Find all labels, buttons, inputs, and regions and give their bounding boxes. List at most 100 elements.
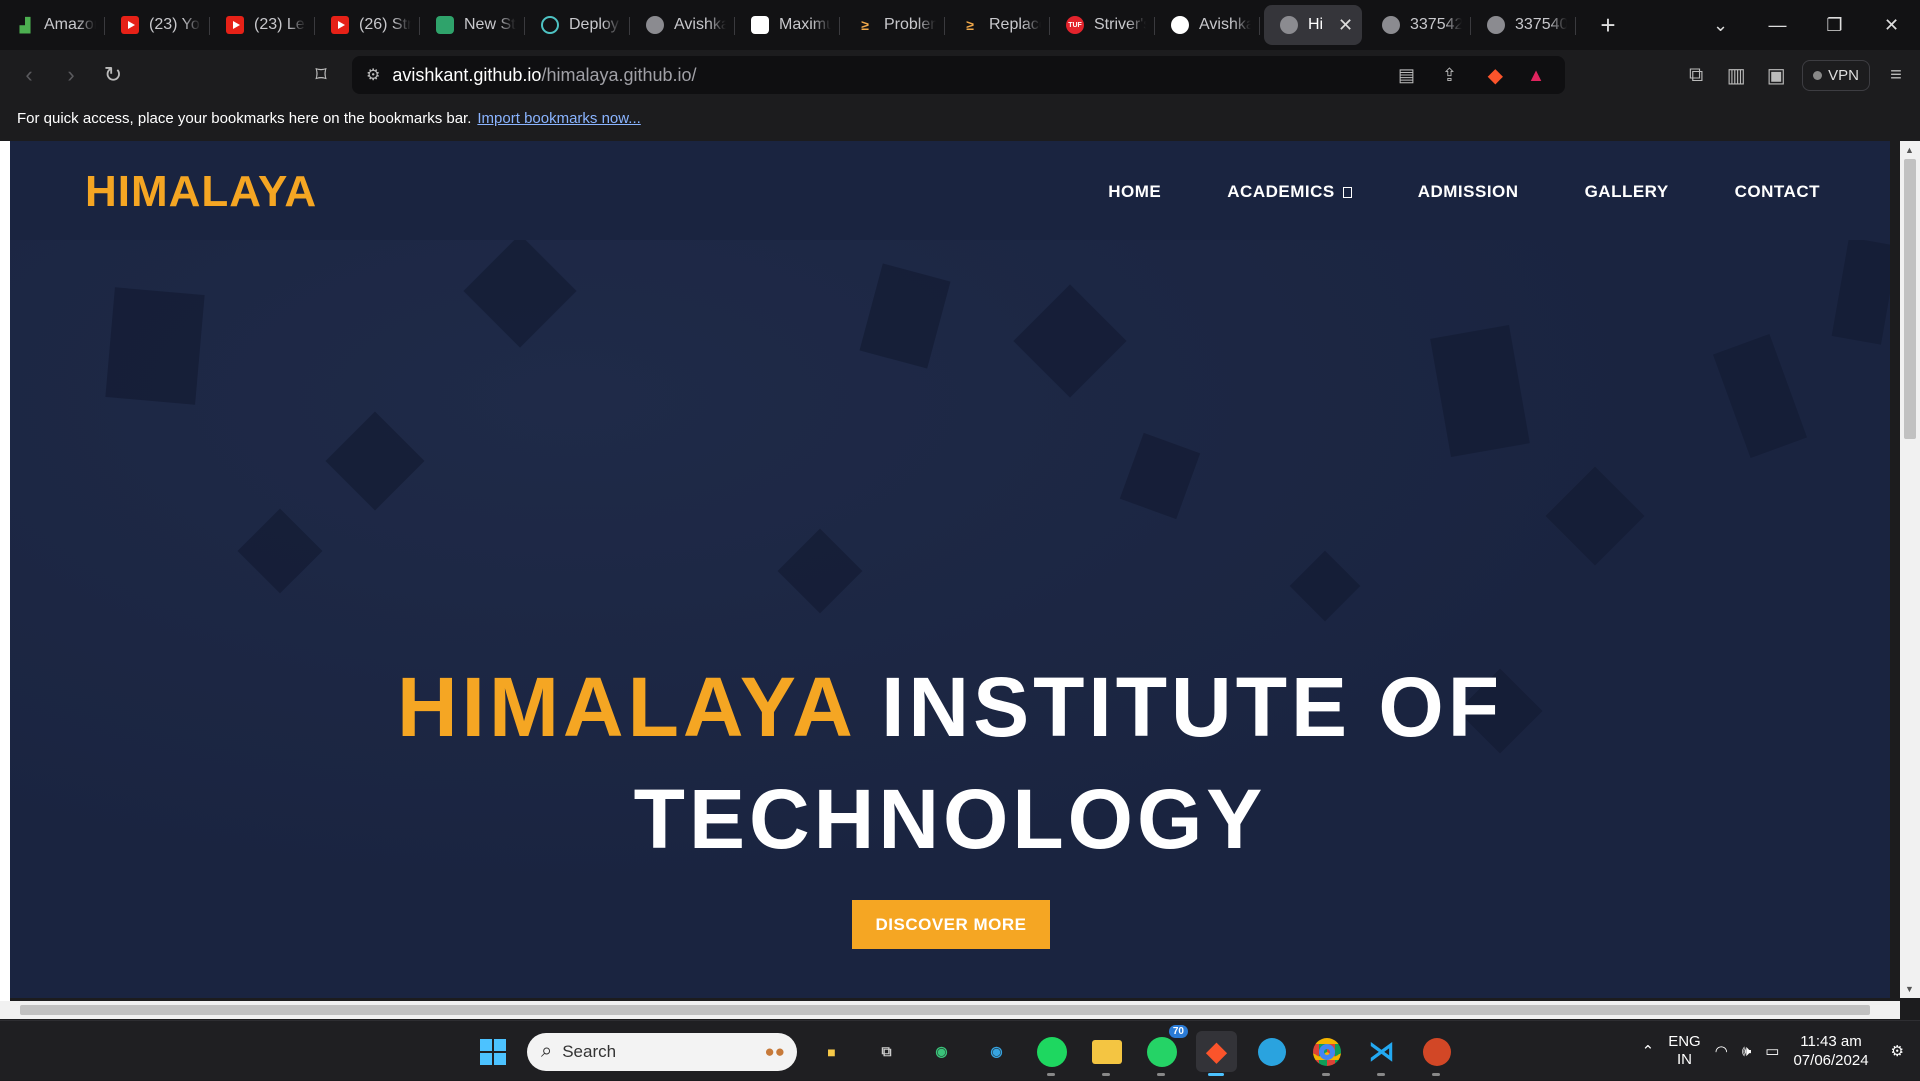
tab-active[interactable]: Hi ✕ [1264, 5, 1362, 45]
brave-shields-icon[interactable]: ◆ [1488, 63, 1503, 88]
site-logo[interactable]: HIMALAYA [85, 167, 317, 217]
search-icon: ⌕ [541, 1040, 553, 1062]
restore-button[interactable]: ❐ [1806, 15, 1863, 36]
brave-rewards-icon[interactable]: ▲ [1527, 65, 1545, 86]
taskbar-search[interactable]: ⌕ Search ●● [527, 1032, 797, 1071]
task-view-icon[interactable]: ⧉ [866, 1031, 907, 1072]
vpn-status-icon [1813, 70, 1823, 80]
reload-button[interactable]: ↻ [92, 62, 134, 88]
extensions-icon[interactable]: ⧉ [1682, 61, 1710, 89]
wallet-icon[interactable]: ▣ [1762, 61, 1790, 89]
notifications-icon[interactable]: ⚙ [1891, 1042, 1904, 1060]
menu-icon[interactable]: ≡ [1882, 61, 1910, 89]
site-settings-icon[interactable]: ⚙ [366, 65, 380, 85]
search-highlight-icon: ●● [764, 1041, 785, 1061]
nav-home[interactable]: HOME [1108, 182, 1161, 202]
hero-title-line2: TECHNOLOGY [633, 772, 1267, 866]
back-button[interactable]: ‹ [8, 62, 50, 88]
address-bar[interactable]: ⚙ avishkant.github.io/himalaya.github.io… [352, 56, 1565, 94]
powerpoint-icon[interactable] [1416, 1031, 1457, 1076]
scroll-down-arrow[interactable]: ▼ [1905, 984, 1914, 994]
bookmarks-bar: For quick access, place your bookmarks h… [0, 100, 1920, 136]
close-window-button[interactable]: ✕ [1863, 15, 1920, 36]
browser-toolbar: ‹ › ↻ ⌑ ⚙ avishkant.github.io/himalaya.g… [0, 50, 1920, 100]
webpage: HIMALAYA HOME ACADEMICS ADMISSION GALLER… [10, 141, 1890, 998]
globe-icon [1280, 16, 1298, 34]
close-tab-icon[interactable]: ✕ [1338, 15, 1353, 36]
discover-more-button[interactable]: DISCOVER MORE [852, 900, 1050, 949]
window-controls: ⌄ — ❐ ✕ [1692, 0, 1920, 50]
tab[interactable]: ▟Amazon [0, 5, 105, 45]
volume-icon[interactable]: 🕪 [1742, 1043, 1751, 1060]
nav-admission[interactable]: ADMISSION [1418, 182, 1519, 202]
youtube-icon [226, 16, 244, 34]
vertical-scroll-thumb[interactable] [1904, 159, 1916, 439]
tab[interactable]: Avishkant [1155, 5, 1260, 45]
tuf-icon: TUF [1066, 16, 1084, 34]
reader-mode-icon[interactable]: ▤ [1398, 65, 1415, 86]
hero-title-rest: INSTITUTE OF [881, 660, 1504, 754]
new-tab-button[interactable]: + [1588, 10, 1628, 41]
wifi-icon[interactable]: ◠ [1715, 1042, 1728, 1060]
file-explorer-icon[interactable] [1086, 1031, 1127, 1076]
brave-icon[interactable]: ◆ [1196, 1031, 1237, 1076]
globe-icon [1487, 16, 1505, 34]
nav-academics[interactable]: ACADEMICS [1227, 182, 1352, 202]
tab[interactable]: 337542 [1366, 5, 1471, 45]
site-nav: HOME ACADEMICS ADMISSION GALLERY CONTACT [1108, 182, 1820, 202]
vertical-scrollbar[interactable]: ▲ ▼ [1900, 141, 1920, 998]
nav-gallery[interactable]: GALLERY [1585, 182, 1669, 202]
globe-icon [646, 16, 664, 34]
windows-taskbar: ⌕ Search ●● ■ ⧉ ◉ ◉ 70 ◆ ⋊ ⌃ ENG IN ◠ 🕪 … [0, 1020, 1920, 1080]
tab[interactable]: Deploy [525, 5, 630, 45]
tab[interactable]: Avishkant [630, 5, 735, 45]
show-hidden-icons[interactable]: ⌃ [1642, 1042, 1655, 1060]
edge-icon[interactable]: ◉ [976, 1031, 1017, 1072]
nav-contact[interactable]: CONTACT [1735, 182, 1820, 202]
tab[interactable]: (23) YouTube [105, 5, 210, 45]
page-left-edge [0, 141, 10, 1001]
tab[interactable]: New Start [420, 5, 525, 45]
tab[interactable]: 337540 [1471, 5, 1576, 45]
hero-title: HIMALAYA INSTITUTE OF TECHNOLOGY [10, 651, 1890, 875]
bookmark-icon[interactable]: ⌑ [300, 62, 342, 88]
react-icon [541, 16, 559, 34]
vscode-icon[interactable]: ⋊ [1361, 1031, 1402, 1076]
minimize-button[interactable]: — [1749, 15, 1806, 36]
tab[interactable]: Maximum [735, 5, 840, 45]
tab[interactable]: TUF Striver's [1050, 5, 1155, 45]
telegram-icon[interactable] [1251, 1031, 1292, 1072]
dropdown-icon [1342, 187, 1352, 198]
scroll-up-arrow[interactable]: ▲ [1905, 145, 1914, 155]
windows-start-icon[interactable] [472, 1031, 513, 1072]
edge-dev-icon[interactable]: ◉ [921, 1031, 962, 1072]
chrome-icon[interactable] [1306, 1031, 1347, 1076]
vpn-button[interactable]: VPN [1802, 59, 1870, 91]
tab[interactable]: ≥Replace [945, 5, 1050, 45]
tab[interactable]: (26) Striver [315, 5, 420, 45]
import-bookmarks-link[interactable]: Import bookmarks now... [477, 110, 640, 127]
battery-icon[interactable]: ▭ [1765, 1042, 1779, 1060]
share-icon[interactable]: ⇪ [1442, 65, 1457, 86]
language-indicator[interactable]: ENG IN [1668, 1033, 1701, 1069]
tab[interactable]: ≥Problem [840, 5, 945, 45]
chatgpt-icon [751, 16, 769, 34]
horizontal-scroll-thumb[interactable] [20, 1005, 1870, 1015]
whatsapp-icon[interactable]: 70 [1141, 1025, 1188, 1076]
codeforces-icon: ≥ [861, 17, 869, 33]
github-icon [1171, 16, 1189, 34]
spotify-icon[interactable] [1031, 1031, 1072, 1076]
codeforces-icon: ≥ [966, 17, 974, 33]
hero-title-accent: HIMALAYA [396, 660, 854, 754]
tab-strip: ▟Amazon (23) YouTube (23) Leetcode (26) … [0, 0, 1920, 50]
site-header: HIMALAYA HOME ACADEMICS ADMISSION GALLER… [10, 141, 1890, 240]
clock[interactable]: 11:43 am 07/06/2024 [1793, 1032, 1868, 1070]
copilot-icon[interactable]: ■ [811, 1031, 852, 1072]
web-icon [436, 16, 454, 34]
horizontal-scrollbar[interactable] [0, 1001, 1900, 1019]
tab[interactable]: (23) Leetcode [210, 5, 315, 45]
sidebar-icon[interactable]: ▥ [1722, 61, 1750, 89]
forward-button[interactable]: › [50, 62, 92, 88]
bookmarks-hint: For quick access, place your bookmarks h… [17, 109, 472, 127]
tab-search-chevron-icon[interactable]: ⌄ [1692, 15, 1749, 36]
